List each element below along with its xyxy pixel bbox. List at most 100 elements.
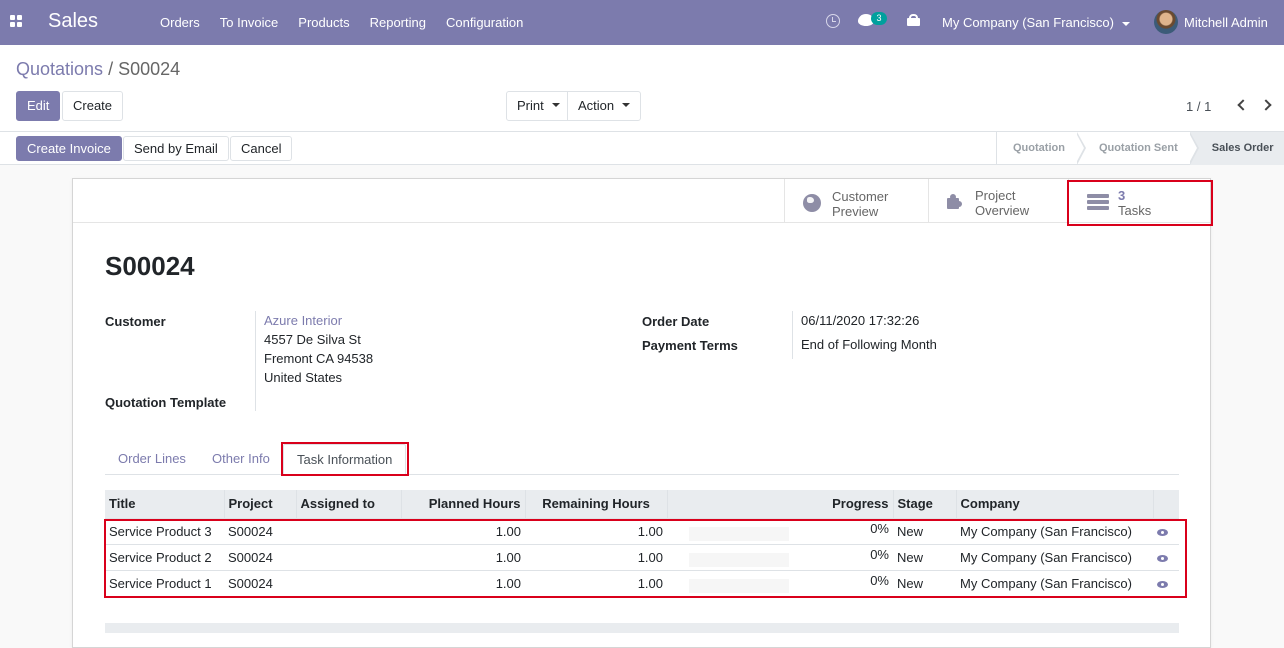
gift-icon[interactable] [907,14,920,26]
table-row[interactable]: Service Product 1 S00024 1.00 1.00 0% Ne… [105,569,1179,596]
column-header-progress[interactable]: Progress [666,490,893,518]
column-header-stage[interactable]: Stage [892,490,956,518]
notebook-tabs: Order Lines Other Info Task Information [105,444,1179,475]
edit-button[interactable]: Edit [16,91,61,121]
customer-link[interactable]: Azure Interior [264,311,342,330]
breadcrumb-separator: / [103,59,119,79]
cell-company: My Company (San Francisco) [956,569,1153,596]
eye-icon[interactable] [1157,580,1168,588]
tab-task-information[interactable]: Task Information [283,444,407,475]
quotation-template-label: Quotation Template [105,395,227,410]
stage-statusbar: Quotation Quotation Sent Sales Order [996,132,1284,165]
column-header-company[interactable]: Company [955,490,1153,518]
company-switcher[interactable]: My Company (San Francisco) [942,0,1130,45]
statusbar: Create Invoice Send by Email Cancel Quot… [0,131,1284,165]
column-header-project[interactable]: Project [223,490,296,518]
action-dropdown[interactable]: Action [567,91,642,121]
chevron-left-icon[interactable] [1237,99,1249,111]
cell-project: S00024 [224,569,296,596]
stage-quotation[interactable]: Quotation [997,132,1086,165]
create-invoice-button[interactable]: Create Invoice [16,136,122,161]
apps-menu-icon[interactable] [10,15,23,28]
order-date-value: 06/11/2020 17:32:26 [801,313,920,328]
cell-progress: 0% [667,543,893,570]
customer-address-line1: 4557 De Silva St [264,332,361,347]
breadcrumb-parent-link[interactable]: Quotations [16,59,103,79]
chevron-right-icon[interactable] [1260,99,1272,111]
customer-address-line3: United States [264,370,343,385]
progress-value: 0% [870,547,889,562]
table-footer [105,623,1179,633]
column-header-planned-hours[interactable]: Planned Hours [400,490,525,518]
send-by-email-button[interactable]: Send by Email [123,136,229,161]
record-name: S00024 [105,251,195,281]
stage-label: Quotation Sent [1098,142,1178,154]
column-header-actions [1152,490,1179,518]
order-date-label: Order Date [642,314,710,329]
column-header-remaining-hours[interactable]: Remaining Hours [524,490,667,518]
eye-icon[interactable] [1157,554,1168,562]
stage-sales-order[interactable]: Sales Order [1189,132,1284,165]
smart-button-box: Customer Preview Project Overview 3 Task… [73,179,1213,226]
tasks-button[interactable]: 3 Tasks [1068,179,1211,223]
field-separator [792,311,793,359]
column-header-assigned-to[interactable]: Assigned to [295,490,401,518]
cancel-button[interactable]: Cancel [230,136,293,161]
cell-progress: 0% [667,569,893,596]
cell-remaining-hours: 1.00 [525,517,667,544]
column-header-title[interactable]: Title [105,490,224,518]
globe-icon [803,194,821,212]
menu-configuration[interactable]: Configuration [436,0,533,45]
menu-orders[interactable]: Orders [150,0,210,45]
cell-project: S00024 [224,517,296,544]
table-row[interactable]: Service Product 3 S00024 1.00 1.00 0% Ne… [105,517,1179,544]
create-button[interactable]: Create [62,91,124,121]
progress-bar [689,527,789,541]
project-overview-line1: Project [975,188,1016,203]
cell-assigned [296,569,401,596]
payment-terms-label: Payment Terms [642,338,738,353]
avatar [1154,10,1178,34]
payment-terms-value: End of Following Month [801,337,937,352]
table-row[interactable]: Service Product 2 S00024 1.00 1.00 0% Ne… [105,543,1179,570]
user-name: Mitchell Admin [1184,15,1268,30]
cell-progress: 0% [667,517,893,544]
customer-preview-button[interactable]: Customer Preview [784,179,928,223]
cell-open [1153,543,1179,570]
breadcrumb-current: S00024 [118,59,181,79]
control-panel: Quotations / S00024 Edit Create Print Ac… [0,45,1284,165]
tab-order-lines[interactable]: Order Lines [105,444,199,475]
chat-count-badge: 3 [871,12,887,25]
field-separator [255,311,256,411]
menu-to-invoice[interactable]: To Invoice [210,0,289,45]
tasks-list-icon [1087,194,1109,210]
pager-value[interactable]: 1 / 1 [1186,99,1211,114]
print-dropdown[interactable]: Print [506,91,571,121]
table-header-row: Title Project Assigned to Planned Hours … [105,490,1179,518]
progress-bar [689,553,789,567]
menu-products[interactable]: Products [288,0,359,45]
activity-clock-icon[interactable] [826,14,840,28]
cell-planned-hours: 1.00 [401,569,525,596]
stage-quotation-sent[interactable]: Quotation Sent [1077,132,1199,165]
cell-company: My Company (San Francisco) [956,543,1153,570]
customer-preview-line1: Customer [832,189,889,204]
app-name[interactable]: Sales [48,10,98,33]
cell-company: My Company (San Francisco) [956,517,1153,544]
tab-other-info[interactable]: Other Info [199,444,283,475]
print-label: Print [517,98,544,113]
customer-label: Customer [105,314,166,329]
cell-title: Service Product 2 [105,543,224,570]
project-overview-button[interactable]: Project Overview [928,179,1068,223]
tasks-label: Tasks [1118,203,1152,218]
cell-planned-hours: 1.00 [401,517,525,544]
caret-down-icon [551,102,560,107]
action-label: Action [578,98,615,113]
eye-icon[interactable] [1157,528,1168,536]
cell-assigned [296,517,401,544]
tasks-table: Title Project Assigned to Planned Hours … [105,490,1179,596]
menu-reporting[interactable]: Reporting [360,0,436,45]
puzzle-icon [943,193,963,213]
stage-label: Sales Order [1211,142,1274,154]
progress-value: 0% [870,521,889,536]
